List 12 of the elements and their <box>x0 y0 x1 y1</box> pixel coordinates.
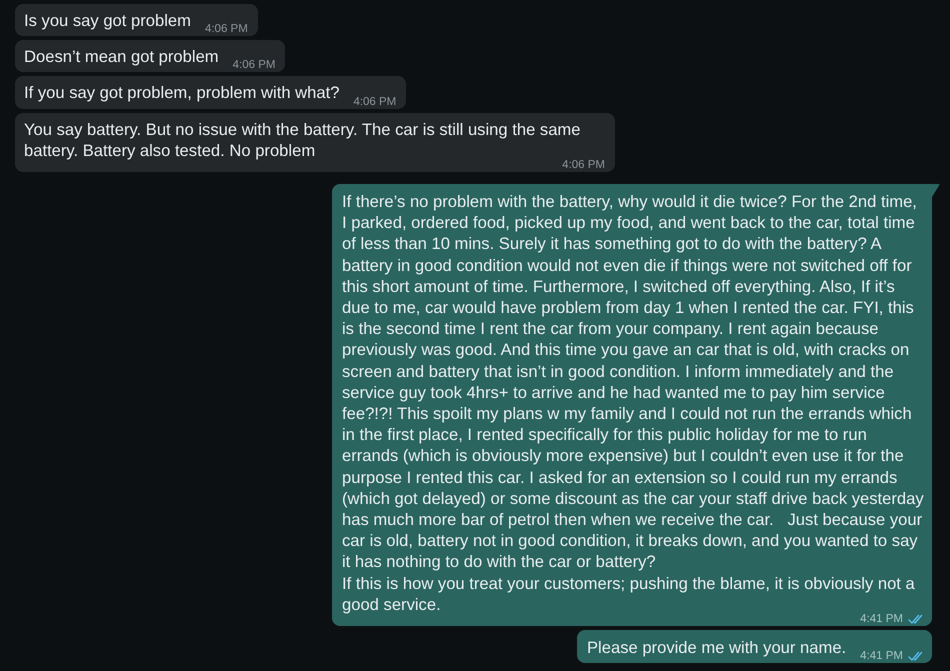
message-time: 4:41 PM <box>860 650 903 662</box>
message-time: 4:06 PM <box>204 23 248 36</box>
message-time: 4:06 PM <box>232 59 276 72</box>
message-time: 4:41 PM <box>860 613 903 626</box>
message-text: If there’s no problem with the battery, why would it die twice? For the 2nd time, I parked, ordered food, picked up my food, and went back to the car, total time of less than 10 mins. Surely it has something got to do with the battery? A battery in good condition would not even die if things were not switched off for this short amount of time. Furthermore, I switched off everything. Also, If it’s due to me, car would have problem from day 1 when I rented the car. FYI, this is the second time I rent the car from your company. I rent again because previously was good. And this time you gave an car that is old, with cracks on screen and battery that isn’t in good condition. I inform immediately and the service guy took 4hrs+ to arrive and he had wanted me to pay him service fee?!?! This spoilt my plans w my family and I could not run the errands which in the first place, I rented specifically for this public holiday for me to run errands (which is obviously more expensive) but I couldn’t even use it for the purpose I rented this car. I asked for an extension so I could run my errands (which got delayed) or some discount as the car your staff drive back yesterday has much more bar of petrol then when we receive the car. Just because your car is old, battery not in good condition, it breaks down, and you wanted to say it has nothing to do with the car or battery? If this is how you treat your customers; pushing the blame, it is obviously not a good service. <box>342 191 925 614</box>
message-time: 4:06 PM <box>562 159 605 172</box>
message-text: Please provide me with your name. <box>586 637 846 658</box>
message-text: Doesn’t mean got problem <box>24 46 219 68</box>
message-text: Is you say got problem <box>24 10 191 32</box>
message-time: 4:06 PM <box>353 96 396 108</box>
message-text: If you say got problem, problem with what? <box>24 82 340 104</box>
message-text: You say battery. But no issue with the battery. The car is still using the same battery. Battery also tested. No problem <box>24 118 582 160</box>
